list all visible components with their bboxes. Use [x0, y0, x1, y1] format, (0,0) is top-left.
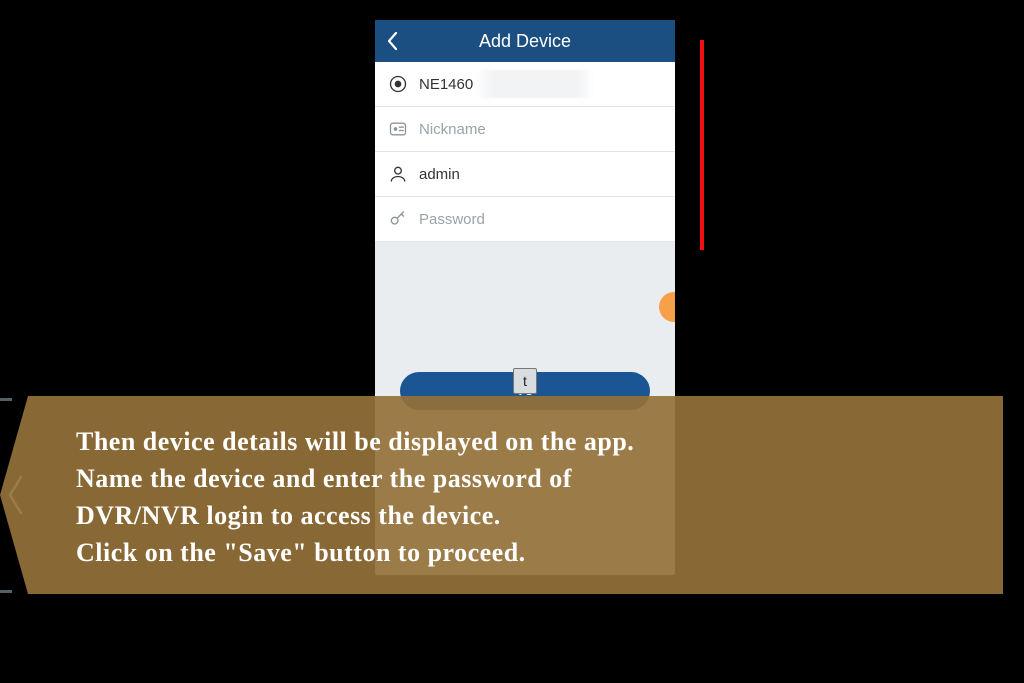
device-id-field[interactable]: NE1460 — [375, 62, 675, 107]
caption-line: Click on the "Save" button to proceed. — [76, 538, 526, 567]
nickname-icon — [387, 118, 409, 140]
username-value: admin — [419, 166, 663, 183]
nickname-field[interactable]: Nickname — [375, 107, 675, 152]
key-icon — [387, 208, 409, 230]
app-header: Add Device — [375, 20, 675, 62]
device-id-icon — [387, 73, 409, 95]
side-indicator-icon — [659, 292, 675, 322]
instruction-caption: Then device details will be displayed on… — [28, 396, 1003, 594]
user-icon — [387, 163, 409, 185]
annotation-red-line — [700, 40, 704, 250]
nickname-placeholder: Nickname — [419, 121, 663, 138]
username-field[interactable]: admin — [375, 152, 675, 197]
redaction-blur — [475, 70, 595, 98]
add-device-form: NE1460 Nickname admin Password — [375, 62, 675, 242]
text-cursor-icon: t — [513, 368, 537, 394]
back-icon[interactable] — [385, 30, 399, 52]
password-placeholder: Password — [419, 211, 663, 228]
caption-line: DVR/NVR login to access the device. — [76, 501, 501, 530]
header-title: Add Device — [479, 31, 571, 52]
caption-line: Name the device and enter the password o… — [76, 464, 572, 493]
password-field[interactable]: Password — [375, 197, 675, 242]
caption-line: Then device details will be displayed on… — [76, 427, 634, 456]
